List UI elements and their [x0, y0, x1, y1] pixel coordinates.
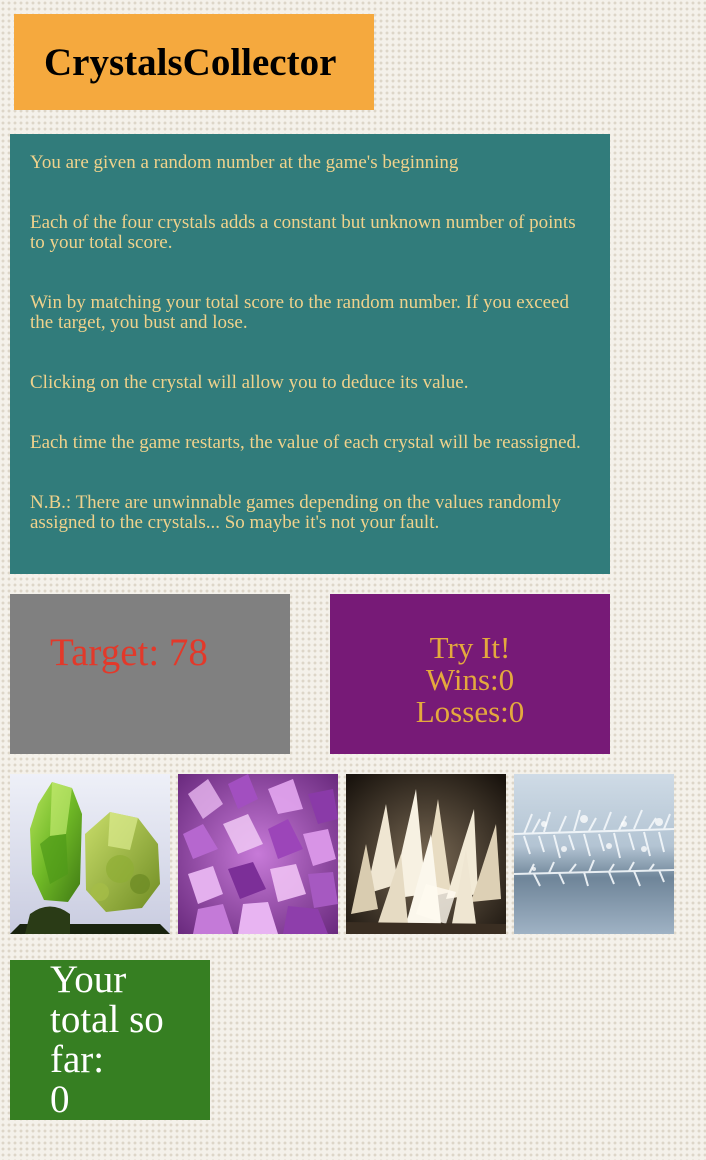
crystal-button-green[interactable]	[10, 774, 170, 934]
instruction-6: N.B.: There are unwinnable games dependi…	[30, 492, 561, 533]
crystal-button-white[interactable]	[346, 774, 506, 934]
purple-amethyst-crystal-icon	[178, 774, 338, 934]
instruction-4: Clicking on the crystal will allow you t…	[30, 372, 469, 393]
total-value: 0	[50, 1078, 70, 1121]
crystal-button-blue[interactable]	[514, 774, 674, 934]
total-score-panel: Your total so far: 0	[10, 960, 210, 1120]
instruction-5: Each time the game restarts, the value o…	[30, 432, 581, 453]
white-quartz-crystal-icon	[346, 774, 506, 934]
blue-frost-crystal-icon	[514, 774, 674, 934]
scoreboard-panel: Try It! Wins:0 Losses:0	[330, 594, 610, 754]
wins-count: Wins:0	[425, 662, 515, 697]
target-number: Target: 78	[50, 631, 208, 674]
game-status: Try It!	[429, 630, 511, 665]
target-panel: Target: 78	[10, 594, 290, 754]
header: CrystalsCollector	[14, 14, 374, 110]
instruction-3: Win by matching your total score to the …	[30, 292, 569, 333]
instruction-2: Each of the four crystals adds a constan…	[30, 212, 576, 253]
instructions-panel: You are given a random number at the gam…	[10, 134, 610, 574]
green-peridot-crystal-icon	[10, 774, 170, 934]
game-title: CrystalsCollector	[44, 40, 337, 84]
crystal-button-purple[interactable]	[178, 774, 338, 934]
total-label: Your total so far:	[50, 958, 164, 1081]
instruction-1: You are given a random number at the gam…	[30, 152, 459, 173]
losses-count: Losses:0	[415, 694, 525, 729]
